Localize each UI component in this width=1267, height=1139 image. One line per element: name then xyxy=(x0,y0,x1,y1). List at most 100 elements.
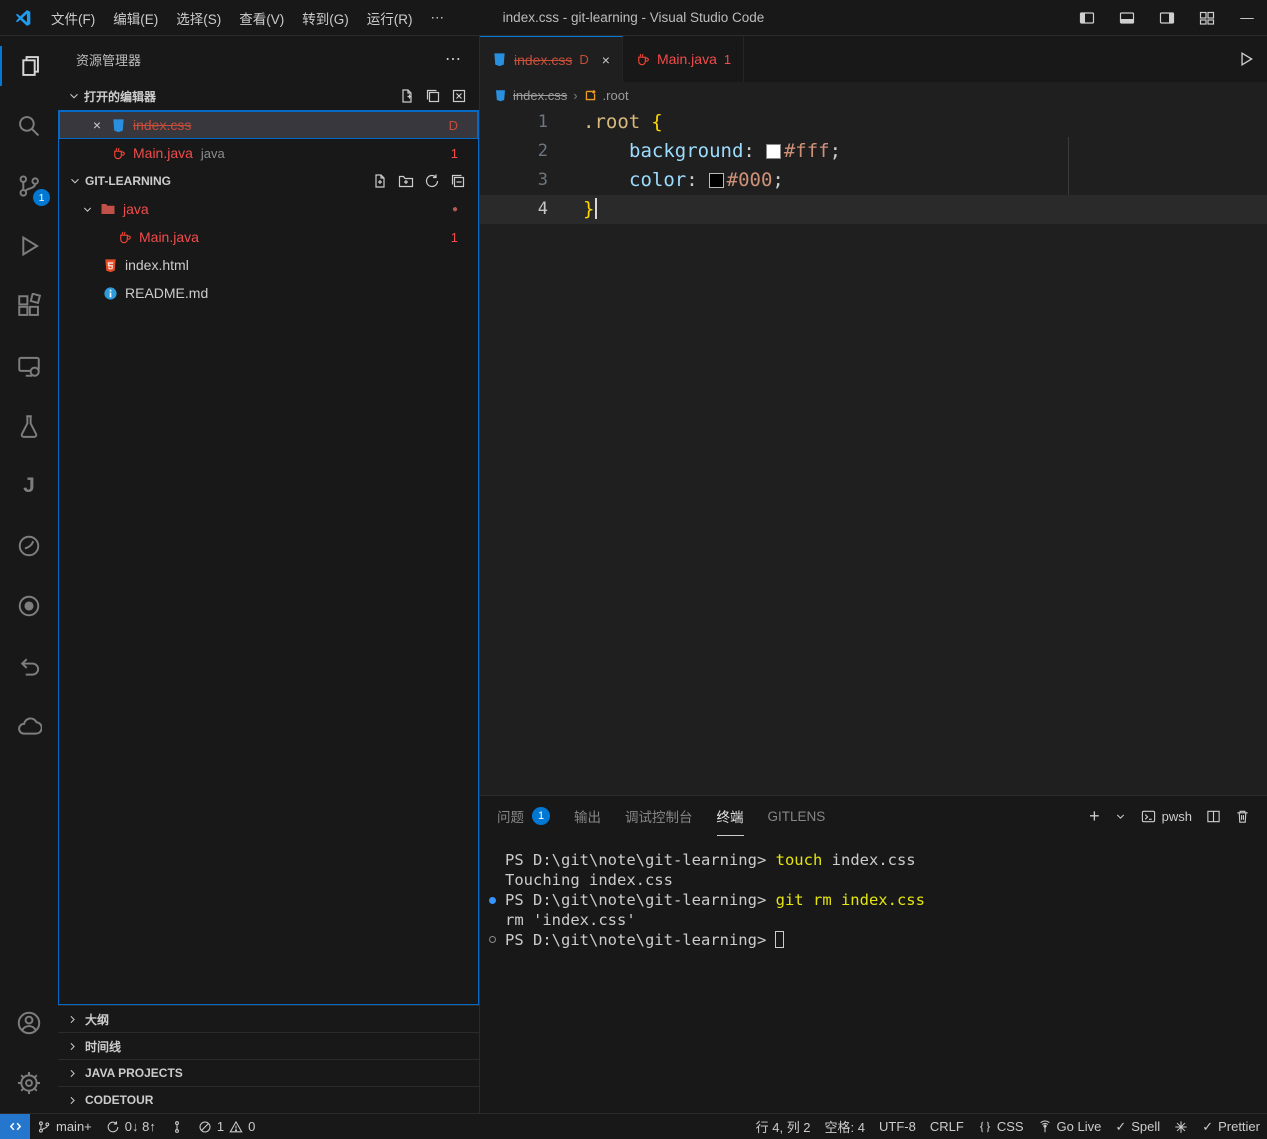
text-cursor xyxy=(595,198,597,219)
run-file-icon[interactable] xyxy=(1237,50,1255,68)
command-pending-decoration[interactable] xyxy=(489,936,496,943)
section-timeline[interactable]: 时间线 xyxy=(58,1032,479,1059)
layout-sidebar-left-icon[interactable] xyxy=(1067,0,1107,35)
terminal[interactable]: PS D:\git\note\git-learning> touch index… xyxy=(480,836,1267,1113)
project-label: GIT-LEARNING xyxy=(85,174,171,188)
language-mode-item[interactable]: CSS xyxy=(971,1114,1031,1139)
tab-output[interactable]: 输出 xyxy=(574,796,601,836)
titlebar: 文件(F) 编辑(E) 选择(S) 查看(V) 转到(G) 运行(R) ⋯ in… xyxy=(0,0,1267,36)
java-extension-icon[interactable]: J xyxy=(0,456,58,516)
encoding-item[interactable]: UTF-8 xyxy=(872,1114,923,1139)
refresh-icon[interactable] xyxy=(422,171,442,191)
tab-main-java[interactable]: Main.java 1 xyxy=(623,36,744,82)
extension-status-icon[interactable] xyxy=(1167,1114,1195,1139)
tree-file-main-java[interactable]: Main.java 1 xyxy=(59,223,478,251)
git-branch-item[interactable]: main+ xyxy=(30,1114,99,1139)
open-editor-index-css[interactable]: × index.css D xyxy=(59,111,478,139)
section-label: 时间线 xyxy=(85,1038,121,1055)
eol-item[interactable]: CRLF xyxy=(923,1114,971,1139)
new-untitled-file-icon[interactable] xyxy=(397,86,417,106)
run-debug-icon[interactable] xyxy=(0,216,58,276)
prettier-item[interactable]: ✓ Prettier xyxy=(1195,1114,1267,1139)
section-codetour[interactable]: CODETOUR xyxy=(58,1086,479,1113)
remote-indicator[interactable] xyxy=(0,1114,30,1139)
sidebar-more-icon[interactable]: ⋯ xyxy=(445,49,461,69)
close-icon[interactable]: × xyxy=(602,52,610,68)
css-file-icon xyxy=(492,52,507,67)
go-live-item[interactable]: Go Live xyxy=(1031,1114,1109,1139)
new-folder-icon[interactable] xyxy=(396,171,416,191)
new-terminal-icon[interactable]: + xyxy=(1089,806,1100,827)
tab-terminal[interactable]: 终端 xyxy=(717,796,744,836)
codetour-icon[interactable] xyxy=(0,636,58,696)
commit-graph-icon[interactable] xyxy=(163,1114,191,1139)
menu-file[interactable]: 文件(F) xyxy=(42,4,104,32)
explorer-icon[interactable] xyxy=(0,36,58,96)
command-success-decoration[interactable] xyxy=(489,897,496,904)
layout-customize-icon[interactable] xyxy=(1187,0,1227,35)
menu-goto[interactable]: 转到(G) xyxy=(293,4,358,32)
cloud-icon[interactable] xyxy=(0,696,58,756)
settings-gear-icon[interactable] xyxy=(0,1053,58,1113)
spell-checker-item[interactable]: ✓ Spell xyxy=(1108,1114,1167,1139)
new-file-icon[interactable] xyxy=(370,171,390,191)
layout-sidebar-right-icon[interactable] xyxy=(1147,0,1187,35)
problems-status-item[interactable]: 1 0 xyxy=(191,1114,262,1139)
tree-file-readme-md[interactable]: README.md xyxy=(59,279,478,307)
tab-label: 调试控制台 xyxy=(625,806,693,826)
command: touch xyxy=(776,851,823,869)
testing-beaker-icon[interactable] xyxy=(0,396,58,456)
account-icon[interactable] xyxy=(0,993,58,1053)
color-swatch-white[interactable] xyxy=(766,144,781,159)
close-all-editors-icon[interactable] xyxy=(449,86,469,106)
search-icon[interactable] xyxy=(0,96,58,156)
indentation-item[interactable]: 空格: 4 xyxy=(818,1114,872,1139)
window-controls: — xyxy=(1067,0,1267,35)
split-terminal-icon[interactable] xyxy=(1206,809,1221,824)
breadcrumb-file[interactable]: index.css xyxy=(513,88,567,103)
minimize-button[interactable]: — xyxy=(1227,0,1267,35)
collapse-all-icon[interactable] xyxy=(448,171,468,191)
java-file-icon xyxy=(117,230,132,245)
menu-view[interactable]: 查看(V) xyxy=(230,4,293,32)
activity-bar-spacer xyxy=(0,756,58,993)
tab-problems[interactable]: 问题 1 xyxy=(497,796,550,836)
section-java-projects[interactable]: JAVA PROJECTS xyxy=(58,1059,479,1086)
open-editors-header[interactable]: 打开的编辑器 xyxy=(58,82,479,110)
tree-file-index-html[interactable]: index.html xyxy=(59,251,478,279)
breadcrumb-symbol[interactable]: .root xyxy=(603,88,629,103)
tab-label: Main.java xyxy=(657,51,717,67)
tab-gitlens[interactable]: GITLENS xyxy=(768,796,826,836)
code-editor[interactable]: 1 .root{ 2 background:#fff; 3 color:#000… xyxy=(480,108,1267,795)
explorer-tree[interactable]: × index.css D Main.java java 1 GIT-LEARN… xyxy=(58,110,479,1005)
record-circle-icon[interactable] xyxy=(0,576,58,636)
menu-more-icon[interactable]: ⋯ xyxy=(422,6,454,30)
git-sync-item[interactable]: 0↓ 8↑ xyxy=(99,1114,163,1139)
css-value: #fff xyxy=(784,140,830,162)
chevron-down-icon[interactable] xyxy=(1114,810,1127,823)
remote-explorer-icon[interactable] xyxy=(0,336,58,396)
css-file-icon xyxy=(494,89,507,102)
menu-selection[interactable]: 选择(S) xyxy=(167,4,230,32)
color-swatch-black[interactable] xyxy=(709,173,724,188)
section-outline[interactable]: 大纲 xyxy=(58,1005,479,1032)
trash-icon[interactable] xyxy=(1235,809,1250,824)
save-all-icon[interactable] xyxy=(423,86,443,106)
line-number: 3 xyxy=(480,166,548,195)
tree-folder-java[interactable]: java ● xyxy=(59,195,478,223)
open-editor-main-java[interactable]: Main.java java 1 xyxy=(59,139,478,167)
tab-debug-console[interactable]: 调试控制台 xyxy=(625,796,693,836)
cursor-position-item[interactable]: 行 4, 列 2 xyxy=(749,1114,818,1139)
arguments: rm index.css xyxy=(813,891,925,909)
menu-edit[interactable]: 编辑(E) xyxy=(104,4,167,32)
source-control-icon[interactable]: 1 xyxy=(0,156,58,216)
chevron-down-icon xyxy=(81,203,94,216)
menu-run[interactable]: 运行(R) xyxy=(358,4,422,32)
extensions-icon[interactable] xyxy=(0,276,58,336)
terminal-instance-pwsh[interactable]: pwsh xyxy=(1141,809,1192,824)
project-header[interactable]: GIT-LEARNING xyxy=(59,167,478,195)
close-icon[interactable]: × xyxy=(89,117,105,133)
spring-boot-icon[interactable] xyxy=(0,516,58,576)
layout-panel-icon[interactable] xyxy=(1107,0,1147,35)
tab-index-css[interactable]: index.css D × xyxy=(480,36,623,82)
